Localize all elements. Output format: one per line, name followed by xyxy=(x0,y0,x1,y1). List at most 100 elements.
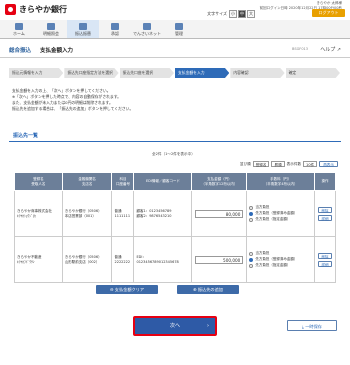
clear-amount-button[interactable]: ⊖ 支払金額クリア xyxy=(96,285,158,294)
account-number: 2222222 xyxy=(114,259,131,264)
detail-button[interactable]: 詳細 xyxy=(317,214,332,221)
bank-logo[interactable]: きらやか銀行 xyxy=(5,4,67,15)
radio-icon xyxy=(249,257,254,262)
detail-button[interactable]: 詳細 xyxy=(317,260,332,267)
help-label: ヘルプ xyxy=(320,47,336,53)
transfer-icon xyxy=(79,23,87,30)
col-edi: EDI情報／顧客コード xyxy=(133,172,193,191)
sort-select[interactable]: 登録名 xyxy=(252,161,270,167)
admin-icon xyxy=(175,23,183,30)
fee-option-registered[interactable]: 先方負担（登録済み金額） xyxy=(249,211,312,216)
page-title: 支払金額入力 xyxy=(40,48,74,54)
radio-icon xyxy=(249,205,254,210)
col-amount: 支払金額（円） （半角数字12桁以内） xyxy=(191,172,248,191)
fee-option-specified[interactable]: 先方負担（指定金額） xyxy=(249,217,312,222)
delete-button[interactable]: 削除 xyxy=(317,206,332,213)
amount-input[interactable]: 500,000 xyxy=(195,255,244,264)
amount-cell: 500,000 xyxy=(191,236,248,283)
step-1: 振込元情報を入力 xyxy=(9,68,64,78)
payee-table: 登録名 受取人名 金融機関名 支店名 科目 口座番号 EDI情報／顧客コード 支… xyxy=(14,172,337,283)
radio-icon xyxy=(249,251,254,256)
next-button[interactable]: 次へ › xyxy=(133,316,217,336)
breadcrumb: 総合振込 xyxy=(9,48,32,54)
add-payee-button[interactable]: ⊕ 振込先の追加 xyxy=(177,285,239,294)
nav-transfer[interactable]: 振込振替 xyxy=(67,20,99,38)
edi-cell: 顧客1：0123456789 顧客2：9876543210 xyxy=(133,190,193,237)
nav-approval[interactable]: 承認 xyxy=(99,20,131,38)
radio-icon xyxy=(249,217,254,222)
step-6: 確定 xyxy=(285,68,340,78)
fee-option-ours[interactable]: 当方負担 xyxy=(249,251,312,256)
font-medium-button[interactable]: 中 xyxy=(238,10,246,18)
instruction-line: 振込先を追加する場合は、「振込先の追加」ボタンを押してください。 xyxy=(12,106,134,111)
table-controls: 並び順 登録名 昇順 表示件数 10件 再表示 xyxy=(240,161,338,167)
logo-text: きらやか銀行 xyxy=(19,5,67,14)
payee-kana: ｷﾗﾔｶﾌﾄﾞｳｻﾝ xyxy=(17,259,35,264)
nav-admin[interactable]: 管理 xyxy=(163,20,195,38)
save-label: 一時保存 xyxy=(305,324,322,329)
per-page-select[interactable]: 10件 xyxy=(303,161,318,167)
nav-label: 承認 xyxy=(111,31,119,36)
fee-option-registered[interactable]: 先方負担（登録済み金額） xyxy=(249,257,312,262)
account-number: 1111111 xyxy=(114,213,131,218)
account-cell: 普通 1111111 xyxy=(111,190,135,237)
redisplay-button[interactable]: 再表示 xyxy=(319,161,338,167)
radio-icon xyxy=(249,211,254,216)
help-link[interactable]: ヘルプ ↗ xyxy=(320,46,341,53)
nav-densai[interactable]: でんさいネット xyxy=(131,20,163,38)
temp-save-button[interactable]: ⤓ 一時保存 xyxy=(287,320,337,331)
account-cell: 普通 2222222 xyxy=(111,236,135,283)
amount-input[interactable]: 80,000 xyxy=(195,209,244,218)
clear-label: 支払金額クリア xyxy=(114,287,145,292)
step-4: 支払金額を入力 xyxy=(174,68,230,78)
next-label: 次へ xyxy=(169,323,180,329)
nav-label: ホーム xyxy=(13,31,25,36)
col-account: 科目 口座番号 xyxy=(111,172,135,191)
fee-option-label: 先方負担（指定金額） xyxy=(255,217,291,222)
font-small-button[interactable]: 小 xyxy=(229,10,237,18)
amount-cell: 80,000 xyxy=(191,190,248,237)
add-label: 振込先の追加 xyxy=(197,287,223,292)
nav-home[interactable]: ホーム xyxy=(3,20,35,38)
fee-option-specified[interactable]: 先方負担（指定金額） xyxy=(249,263,312,268)
header: きらやか銀行 きらやか 太郎様 前回ログイン日時 2020年12月22日 17時… xyxy=(0,0,350,20)
fee-option-label: 先方負担（登録済み金額） xyxy=(255,257,298,262)
nav-label: 明細照会 xyxy=(43,31,59,36)
fee-option-label: 先方負担（指定金額） xyxy=(255,263,291,268)
col-name: 登録名 受取人名 xyxy=(14,172,63,191)
fee-option-label: 先方負担（登録済み金額） xyxy=(255,211,298,216)
home-icon xyxy=(15,23,23,30)
operation-cell: 削除 詳細 xyxy=(313,190,337,237)
delete-button[interactable]: 削除 xyxy=(317,252,332,259)
global-nav: ホーム 明細照会 振込振替 承認 でんさいネット 管理 xyxy=(0,20,350,39)
page-title-bar: 総合振込 支払金額入力 BSGF013 ヘルプ ↗ xyxy=(0,43,350,58)
fee-option-label: 当方負担 xyxy=(255,205,270,210)
sort-label: 並び順 xyxy=(239,161,251,166)
step-5: 内容確認 xyxy=(230,68,285,78)
font-size-control: 文字サイズ小中大 xyxy=(205,10,255,18)
densai-icon xyxy=(143,23,151,30)
bank-cell: きらやか銀行（0506） 本店営業部（001） xyxy=(61,190,113,237)
step-3: 振込先口座を選択 xyxy=(119,68,174,78)
step-indicator: 振込元情報を入力 振込先口座指定方法を選択 振込先口座を選択 支払金額を入力 内… xyxy=(9,68,341,78)
nav-statement[interactable]: 明細照会 xyxy=(35,20,67,38)
fee-option-ours[interactable]: 当方負担 xyxy=(249,205,312,210)
instructions: 支払金額を入力の上、「次へ」ボタンを押してください。 ※「次へ」ボタンを押した時… xyxy=(12,88,133,112)
section-title: 振込先一覧 xyxy=(9,132,341,142)
order-select[interactable]: 昇順 xyxy=(271,161,285,167)
per-page-label: 表示件数 xyxy=(286,161,302,166)
col-operation: 操作 xyxy=(313,172,337,191)
operation-cell: 削除 詳細 xyxy=(313,236,337,283)
bank-cell: きらやか銀行（0506） 山形駅前支店（002） xyxy=(61,236,113,283)
col-bank: 金融機関名 支店名 xyxy=(61,172,113,191)
fee-cell: 当方負担 先方負担（登録済み金額） 先方負担（指定金額） xyxy=(246,236,315,283)
table-row: きらやか不動産 ｷﾗﾔｶﾌﾄﾞｳｻﾝ きらやか銀行（0506） 山形駅前支店（002… xyxy=(14,236,337,283)
step-2: 振込先口座指定方法を選択 xyxy=(64,68,119,78)
logout-button[interactable]: ログアウト xyxy=(312,9,345,17)
font-large-button[interactable]: 大 xyxy=(247,10,255,18)
col-fee: 手数料（円） （半角数字4桁以内） xyxy=(246,172,315,191)
radio-icon xyxy=(249,263,254,268)
branch-name: 本店営業部（001） xyxy=(64,213,96,218)
approval-icon xyxy=(111,23,119,30)
table-row: きらやか商事株式会社 ｷﾗﾔｶｼｮｳｼﾞ(ｶ きらやか銀行（0506） 本店営業部（… xyxy=(14,190,337,237)
